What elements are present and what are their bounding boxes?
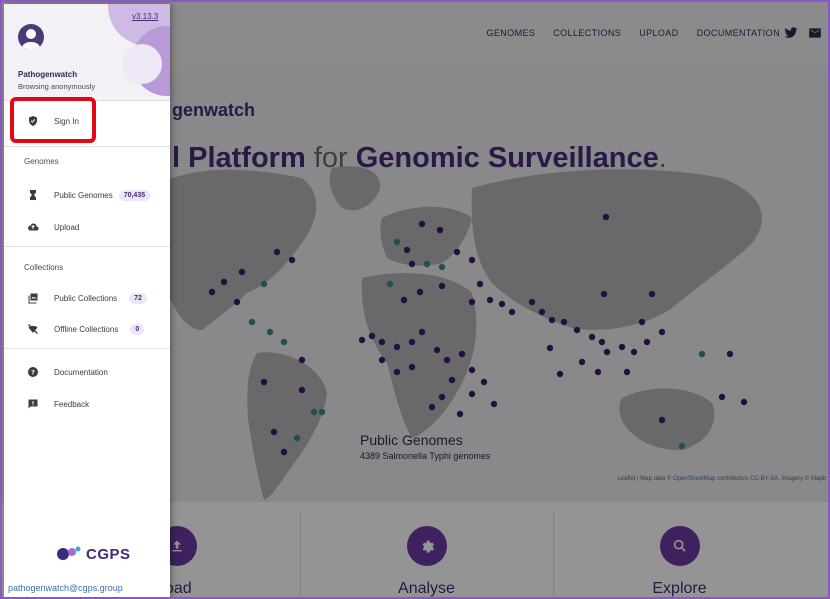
public-genomes-count: 70,435 — [118, 189, 151, 201]
sidebar-item-documentation[interactable]: ? Documentation — [4, 359, 170, 385]
highlight-box — [10, 97, 96, 143]
feedback-icon — [26, 397, 40, 411]
offline-collections-count: 0 — [130, 323, 145, 335]
wifi-off-icon — [26, 322, 40, 336]
avatar — [18, 24, 44, 50]
drawer-header: v3.13.3 Pathogenwatch Browsing anonymous… — [4, 4, 170, 101]
documentation-label: Documentation — [54, 367, 108, 377]
help-icon: ? — [26, 365, 40, 379]
cloud-upload-icon — [26, 220, 40, 234]
sidebar-item-offline-collections[interactable]: Offline Collections 0 — [4, 316, 170, 342]
version-link[interactable]: v3.13.3 — [132, 12, 158, 21]
cgps-logo-icon — [57, 546, 81, 560]
feedback-label: Feedback — [54, 399, 90, 409]
sidebar-item-public-genomes[interactable]: Public Genomes 70,435 — [4, 182, 170, 208]
public-collections-label: Public Collections — [54, 293, 118, 303]
hourglass-icon — [26, 188, 40, 202]
user-status: Browsing anonymously — [18, 82, 96, 91]
sidebar-item-feedback[interactable]: Feedback — [4, 391, 170, 417]
upload-label: Upload — [54, 222, 80, 232]
public-collections-count: 72 — [129, 292, 147, 304]
sidebar-item-upload[interactable]: Upload — [4, 214, 170, 240]
header-decoration — [122, 44, 162, 84]
cgps-logo-text: CGPS — [86, 545, 131, 563]
svg-text:?: ? — [31, 368, 35, 376]
public-genomes-label: Public Genomes — [54, 190, 113, 200]
sidebar-item-public-collections[interactable]: Public Collections 72 — [4, 285, 170, 311]
genomes-section-title: Genomes — [24, 157, 59, 166]
cgps-logo[interactable]: CGPS — [56, 544, 131, 564]
divider — [4, 246, 170, 247]
divider — [4, 146, 170, 147]
offline-collections-label: Offline Collections — [54, 324, 119, 334]
user-name: Pathogenwatch — [18, 70, 78, 79]
divider — [4, 348, 170, 349]
collections-icon — [26, 291, 40, 305]
contact-email-link[interactable]: pathogenwatch@cgps.group — [8, 583, 123, 593]
collections-section-title: Collections — [24, 263, 64, 272]
user-icon — [21, 29, 41, 50]
app-window: GENOMES COLLECTIONS UPLOAD DOCUMENTATION — [0, 0, 830, 599]
nav-drawer: v3.13.3 Pathogenwatch Browsing anonymous… — [4, 4, 170, 597]
